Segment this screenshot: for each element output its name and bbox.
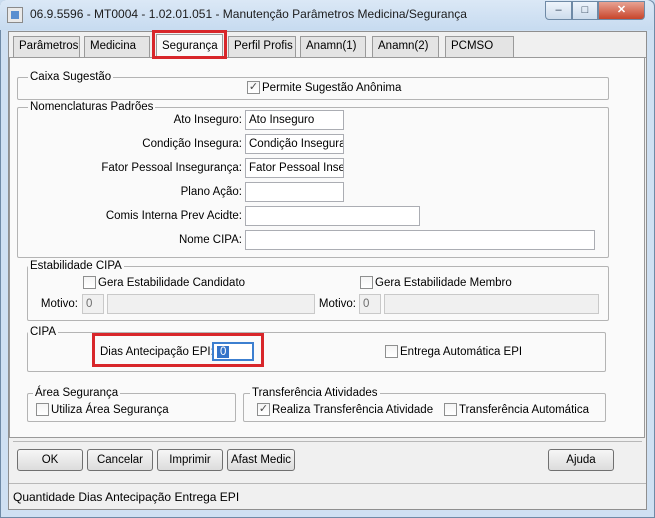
motivo-candidato-code-input[interactable]: 0: [82, 294, 104, 314]
gera-estabilidade-candidato-checkbox[interactable]: [83, 276, 96, 289]
entrega-automatica-checkbox[interactable]: [385, 345, 398, 358]
nome-cipa-label: Nome CIPA:: [178, 234, 242, 246]
close-button[interactable]: ✕: [598, 1, 645, 20]
tab-medicina[interactable]: Medicina: [84, 36, 150, 57]
tab-anamn-1[interactable]: Anamn(1): [300, 36, 366, 57]
group-cipa-legend: CIPA: [28, 326, 58, 339]
imprimir-button[interactable]: Imprimir: [157, 449, 223, 471]
transferencia-automatica-checkbox[interactable]: [444, 403, 457, 416]
app-icon: [7, 7, 23, 23]
gera-estabilidade-membro-checkbox[interactable]: [360, 276, 373, 289]
motivo-membro-label: Motivo:: [318, 298, 356, 310]
tab-pcmso[interactable]: PCMSO: [445, 36, 514, 57]
plano-acao-input[interactable]: [245, 182, 344, 202]
comis-interna-label: Comis Interna Prev Acidte:: [105, 210, 242, 222]
realiza-transferencia-label: Realiza Transferência Atividade: [272, 404, 434, 416]
maximize-button[interactable]: □: [572, 1, 598, 20]
nome-cipa-input[interactable]: [245, 230, 595, 250]
group-estabilidade-legend: Estabilidade CIPA: [28, 260, 124, 273]
button-bar-divider: [13, 441, 642, 442]
minimize-button[interactable]: –: [545, 1, 572, 20]
fator-pessoal-label: Fator Pessoal Insegurança:: [101, 162, 242, 174]
window-title: 06.9.5596 - MT0004 - 1.02.01.051 - Manut…: [30, 7, 467, 21]
transferencia-automatica-label: Transferência Automática: [459, 404, 589, 416]
tab-highlight-box: [152, 30, 227, 59]
ok-button[interactable]: OK: [17, 449, 83, 471]
ato-inseguro-input[interactable]: Ato Inseguro: [245, 110, 344, 130]
tab-perfil-profis[interactable]: Perfil Profis: [228, 36, 296, 57]
entrega-automatica-label: Entrega Automática EPI: [400, 346, 523, 358]
utiliza-area-seguranca-label: Utiliza Área Segurança: [51, 404, 169, 416]
ato-inseguro-label: Ato Inseguro:: [173, 114, 242, 126]
realiza-transferencia-checkbox[interactable]: [257, 403, 270, 416]
status-bar: Quantidade Dias Antecipação Entrega EPI: [9, 483, 646, 509]
afast-medic-button[interactable]: Afast Medic: [227, 449, 295, 471]
motivo-membro-desc-input: [384, 294, 599, 314]
tab-anamn-2[interactable]: Anamn(2): [372, 36, 439, 57]
cancelar-button[interactable]: Cancelar: [87, 449, 153, 471]
group-area-seguranca-legend: Área Segurança: [33, 387, 121, 400]
motivo-candidato-label: Motivo:: [40, 298, 78, 310]
gera-estabilidade-membro-label: Gera Estabilidade Membro: [375, 277, 512, 289]
condicao-insegura-label: Condição Insegura:: [142, 138, 242, 150]
comis-interna-input[interactable]: [245, 206, 420, 226]
plano-acao-label: Plano Ação:: [180, 186, 242, 198]
group-caixa-sugestao-legend: Caixa Sugestão: [28, 71, 114, 84]
gera-estabilidade-candidato-label: Gera Estabilidade Candidato: [98, 277, 246, 289]
tab-parametros[interactable]: Parâmetros: [13, 36, 80, 57]
permite-sugestao-label: Permite Sugestão Anônima: [262, 82, 402, 94]
permite-sugestao-checkbox[interactable]: [247, 81, 260, 94]
dias-antecipacao-highlight-box: [92, 333, 264, 367]
ajuda-button[interactable]: Ajuda: [548, 449, 614, 471]
motivo-candidato-desc-input: [107, 294, 315, 314]
group-transferencia-legend: Transferência Atividades: [250, 387, 380, 400]
utiliza-area-seguranca-checkbox[interactable]: [36, 403, 49, 416]
fator-pessoal-input[interactable]: Fator Pessoal Inseg: [245, 158, 344, 178]
condicao-insegura-input[interactable]: Condição Insegura: [245, 134, 344, 154]
motivo-membro-code-input[interactable]: 0: [359, 294, 381, 314]
